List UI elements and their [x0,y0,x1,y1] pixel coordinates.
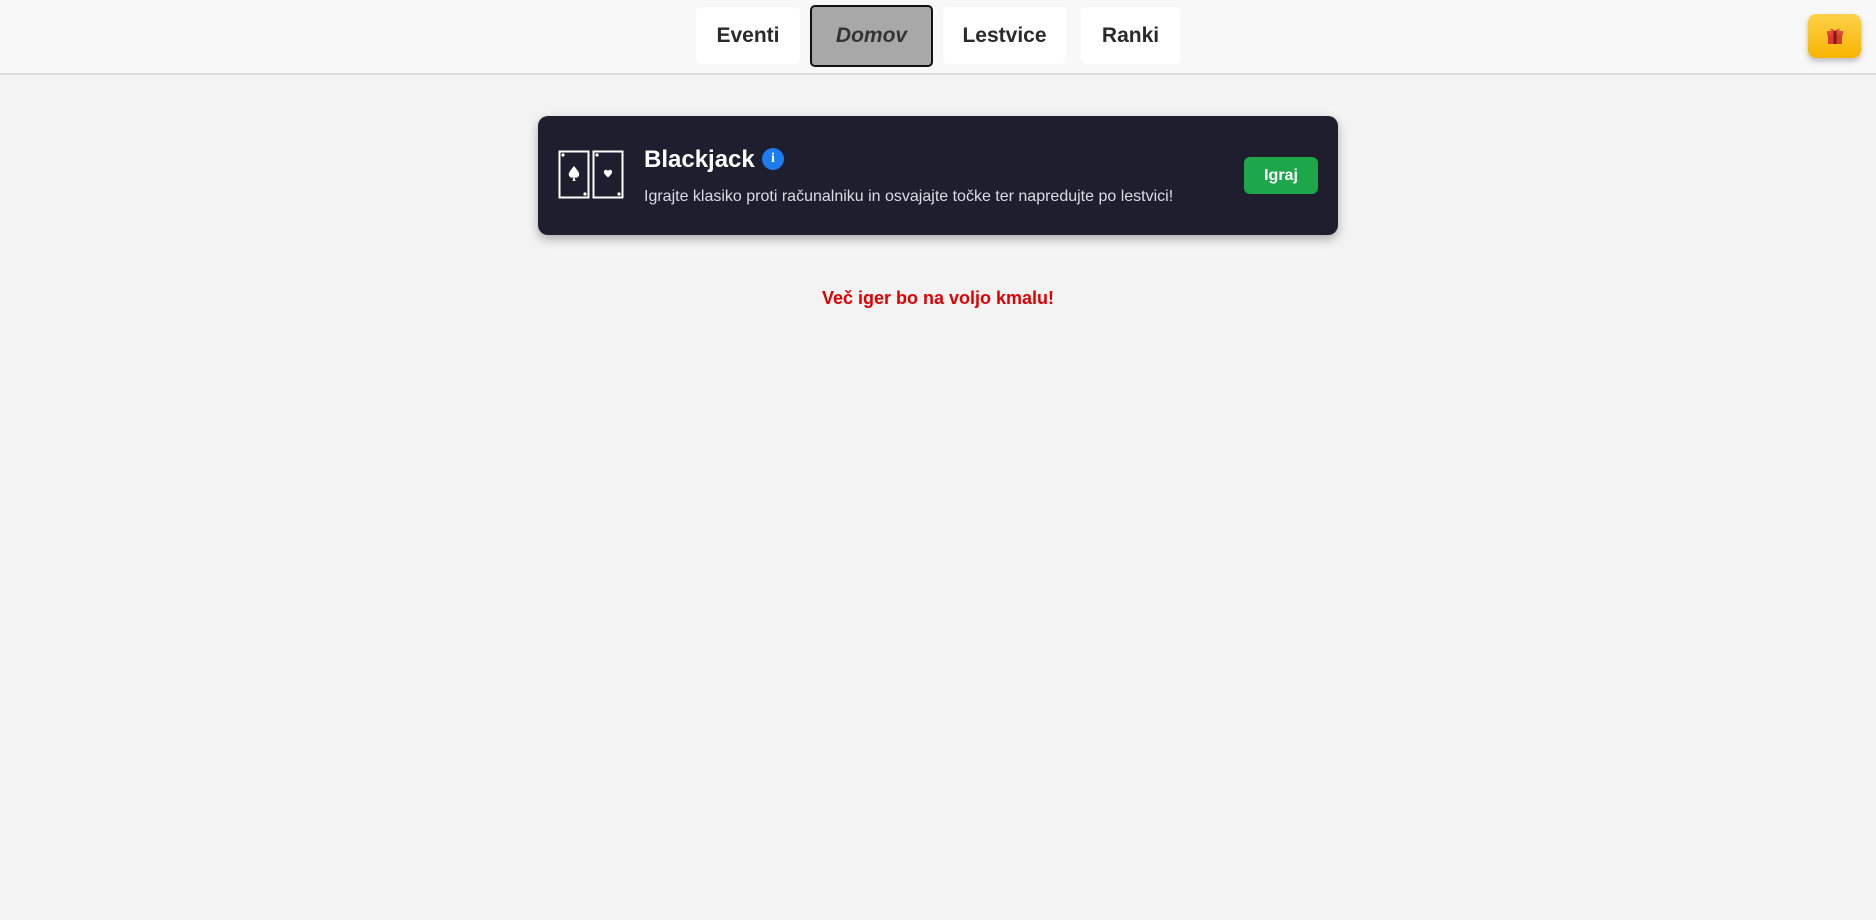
gift-button[interactable] [1808,14,1861,58]
coming-soon-notice: Več iger bo na voljo kmalu! [821,288,1055,308]
game-title: Blackjack [644,146,755,173]
game-card-blackjack: Blackjack i Igrajte klasiko proti računa… [538,116,1338,235]
playing-cards-icon [558,150,624,199]
top-navigation-bar: Eventi Domov Lestvice Ranki [0,0,1876,75]
game-description: Igrajte klasiko proti računalniku in osv… [644,188,1174,205]
info-icon[interactable]: i [762,148,784,170]
play-button[interactable]: Igraj [1244,157,1318,194]
nav-tab-ranki[interactable]: Ranki [1081,7,1180,64]
nav-tab-domov[interactable]: Domov [810,5,933,67]
nav-tab-lestvice[interactable]: Lestvice [943,7,1066,64]
gift-icon [1826,28,1843,44]
nav-tabs: Eventi Domov Lestvice Ranki [0,5,1876,67]
nav-tab-eventi[interactable]: Eventi [696,7,800,64]
